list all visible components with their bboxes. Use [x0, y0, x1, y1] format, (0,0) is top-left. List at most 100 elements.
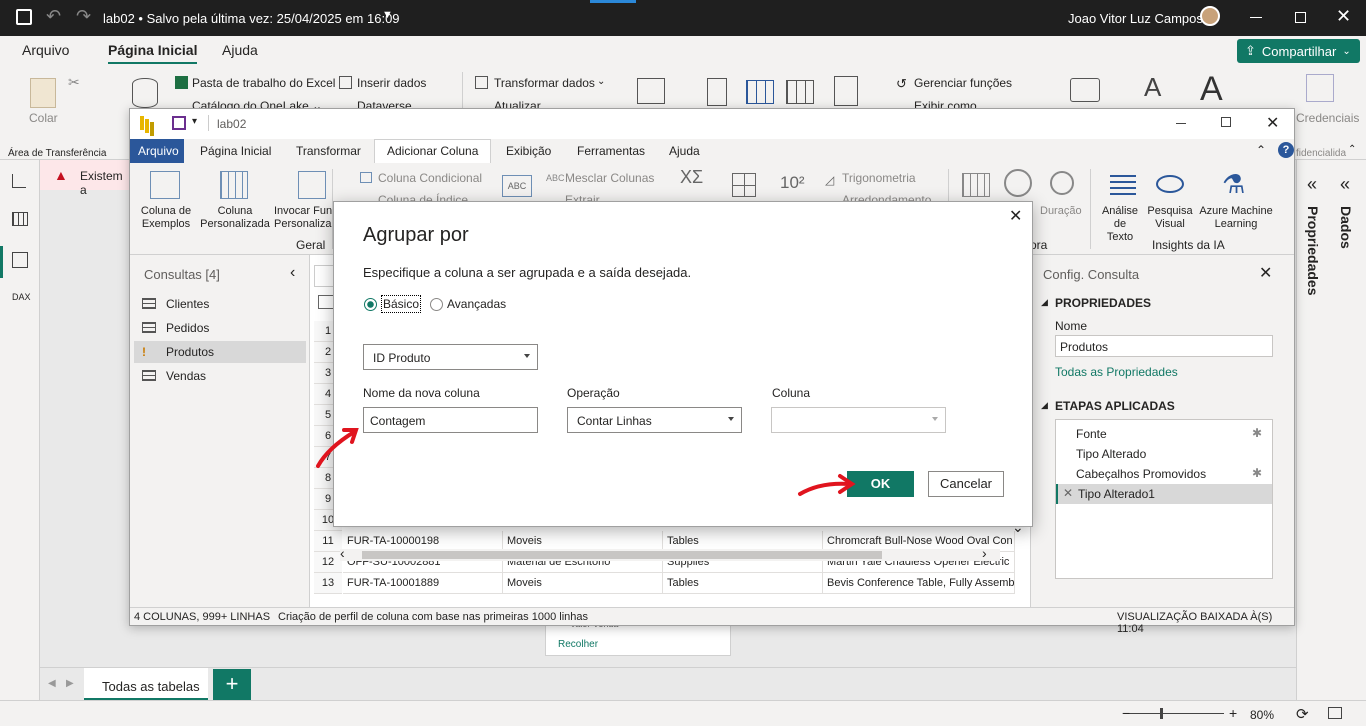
step-cabecalhos-promovidos[interactable]: Cabeçalhos Promovidos ✱: [1056, 464, 1270, 484]
column-from-examples-button[interactable]: Coluna de Exemplos: [138, 205, 194, 231]
share-button[interactable]: ⇪ Compartilhar ⌄: [1237, 39, 1360, 63]
calculator-icon[interactable]: [707, 78, 727, 106]
gear-icon[interactable]: ✱: [1252, 426, 1262, 440]
format-icon[interactable]: ABC: [502, 175, 532, 197]
text-size-icon[interactable]: A: [1144, 72, 1161, 103]
scrollbar-thumb[interactable]: [362, 551, 882, 559]
query-name-input[interactable]: Produtos: [1055, 335, 1273, 357]
query-item-clientes[interactable]: Clientes: [134, 293, 306, 315]
time-icon[interactable]: [1004, 169, 1032, 197]
query-item-pedidos[interactable]: Pedidos: [134, 317, 306, 339]
paste-icon[interactable]: [30, 78, 56, 108]
transform-icon[interactable]: [475, 76, 488, 89]
tab-arquivo[interactable]: Arquivo: [138, 144, 179, 158]
gear-icon[interactable]: ✱: [1252, 466, 1262, 480]
maximize-icon[interactable]: [1295, 12, 1306, 23]
close-dialog-icon[interactable]: ✕: [1009, 206, 1022, 226]
collapse-triangle-icon[interactable]: ◢: [1041, 400, 1048, 411]
new-column-name-input[interactable]: Contagem: [363, 407, 538, 433]
table-cell[interactable]: FUR-TA-10001889: [343, 573, 503, 594]
operation-select[interactable]: Contar Linhas: [567, 407, 742, 433]
menu-ajuda[interactable]: Ajuda: [222, 42, 258, 58]
statistics-icon[interactable]: XΣ: [680, 167, 703, 188]
tab-ferramentas[interactable]: Ferramentas: [577, 144, 645, 158]
undo-icon[interactable]: ↶: [46, 6, 61, 27]
visual-search-button[interactable]: Pesquisa Visual: [1146, 205, 1194, 231]
column-from-examples-icon[interactable]: [150, 171, 180, 199]
zoom-thumb[interactable]: [1160, 708, 1163, 719]
radio-basic-indicator[interactable]: [364, 297, 377, 311]
zoom-level[interactable]: 80%: [1250, 708, 1274, 722]
scroll-left-icon[interactable]: ‹: [340, 545, 345, 561]
minimize-icon[interactable]: [1250, 17, 1262, 18]
status-profiling[interactable]: Criação de perfil de coluna com base nas…: [278, 611, 588, 623]
collapse-ribbon-icon[interactable]: ⌃: [1256, 143, 1266, 157]
duration-icon[interactable]: [1050, 171, 1074, 195]
ok-button[interactable]: OK: [847, 471, 914, 497]
report-view-icon[interactable]: [12, 174, 26, 188]
expand-data-icon[interactable]: «: [1340, 174, 1350, 195]
custom-column-button[interactable]: Coluna Personalizada: [198, 205, 272, 231]
excel-icon[interactable]: [175, 76, 188, 89]
invoke-function-button[interactable]: Invocar Fun Personaliza: [274, 205, 334, 231]
visual-search-icon[interactable]: [1156, 175, 1184, 193]
new-visual-icon[interactable]: [637, 78, 665, 104]
scroll-right-icon[interactable]: ›: [982, 545, 987, 561]
step-fonte[interactable]: Fonte ✱: [1056, 424, 1270, 444]
tab-scroll-left-icon[interactable]: ◀: [48, 678, 56, 689]
collapse-link[interactable]: Recolher: [558, 639, 598, 650]
collapse-ribbon-icon[interactable]: ⌃: [1348, 144, 1356, 155]
fit-page-icon[interactable]: ⟳: [1296, 705, 1309, 723]
tab-ajuda[interactable]: Ajuda: [669, 144, 700, 158]
close-icon[interactable]: ✕: [1266, 113, 1279, 133]
matrix-icon[interactable]: [786, 80, 814, 104]
duration-button[interactable]: Duração: [1040, 205, 1082, 217]
zoom-in-icon[interactable]: +: [1229, 705, 1237, 721]
dax-view-icon[interactable]: DAX: [12, 292, 31, 302]
delete-step-icon[interactable]: ✕: [1063, 486, 1073, 500]
table-cell[interactable]: Bevis Conference Table, Fully Assemb: [823, 573, 1015, 594]
model-view-icon[interactable]: [12, 252, 28, 268]
expand-properties-icon[interactable]: «: [1307, 174, 1317, 195]
date-icon[interactable]: [962, 173, 990, 197]
properties-pane-label[interactable]: Propriedades: [1305, 206, 1321, 295]
add-tab-button[interactable]: +: [213, 669, 251, 701]
cancel-button[interactable]: Cancelar: [928, 471, 1004, 497]
azure-ml-icon[interactable]: ⚗: [1222, 169, 1245, 200]
collapse-triangle-icon[interactable]: ◢: [1041, 297, 1048, 308]
radio-basic[interactable]: Básico: [364, 294, 422, 314]
tab-pagina-inicial[interactable]: Página Inicial: [200, 144, 271, 158]
close-settings-icon[interactable]: ✕: [1259, 263, 1272, 283]
insert-data-button[interactable]: Inserir dados: [357, 76, 426, 90]
merge-columns-button[interactable]: Mesclar Colunas: [565, 171, 654, 185]
close-icon[interactable]: ✕: [1336, 6, 1351, 27]
radio-advanced-indicator[interactable]: [430, 297, 443, 311]
save-icon[interactable]: [172, 116, 186, 130]
group-column-select[interactable]: ID Produto: [363, 344, 538, 370]
fit-width-icon[interactable]: [1328, 707, 1342, 719]
transform-data-button[interactable]: Transformar dados: [494, 76, 595, 90]
custom-column-icon[interactable]: [220, 171, 248, 199]
text-analysis-icon[interactable]: [1110, 173, 1136, 195]
title-dropdown-icon[interactable]: ▼: [382, 9, 393, 21]
query-item-vendas[interactable]: Vendas: [134, 365, 306, 387]
radio-advanced[interactable]: Avançadas: [430, 294, 506, 314]
maximize-icon[interactable]: [1221, 117, 1231, 127]
avatar[interactable]: [1200, 6, 1220, 26]
excel-button[interactable]: Pasta de trabalho do Excel: [192, 76, 335, 90]
zoom-slider[interactable]: [1124, 713, 1224, 714]
table-view-icon[interactable]: [12, 212, 28, 226]
tab-todas-as-tabelas[interactable]: Todas as tabelas: [84, 668, 208, 701]
scientific-icon[interactable]: 10²: [780, 173, 805, 193]
tab-exibicao[interactable]: Exibição: [506, 144, 551, 158]
horizontal-scrollbar[interactable]: [340, 549, 1000, 561]
data-pane-label[interactable]: Dados: [1338, 206, 1354, 249]
invoke-function-icon[interactable]: [298, 171, 326, 199]
all-properties-link[interactable]: Todas as Propriedades: [1055, 365, 1178, 379]
query-item-produtos[interactable]: ! Produtos: [134, 341, 306, 363]
table-menu-icon[interactable]: [318, 295, 334, 309]
azure-ml-button[interactable]: Azure Machine Learning: [1196, 205, 1276, 231]
tab-scroll-right-icon[interactable]: ▶: [66, 678, 74, 689]
manage-functions-button[interactable]: Gerenciar funções: [914, 76, 1012, 90]
menu-pagina-inicial[interactable]: Página Inicial: [108, 42, 198, 64]
